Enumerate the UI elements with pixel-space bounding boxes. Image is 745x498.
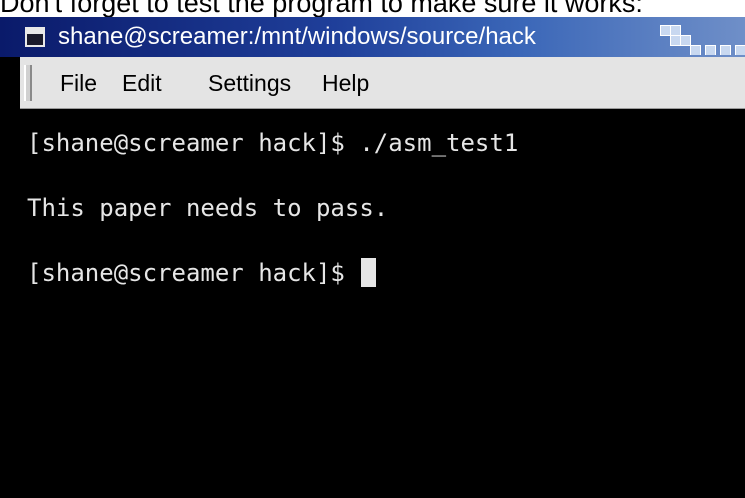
menu-edit[interactable]: Edit [122,57,162,109]
title-bar-decoration-icon [660,25,745,55]
menu-settings[interactable]: Settings [208,57,291,109]
menu-bar: File Edit Settings Help [20,57,745,109]
terminal-line-output: This paper needs to pass. [27,194,389,222]
terminal-line-command: [shane@screamer hack]$ ./asm_test1 [27,129,519,157]
menubar-grip-handle[interactable] [24,65,32,101]
terminal-window: shane@screamer:/mnt/windows/source/hack … [0,17,745,498]
menu-file[interactable]: File [60,57,97,109]
window-left-border [0,57,20,498]
terminal-prompt-text: [shane@screamer hack]$ [27,259,360,287]
menu-help[interactable]: Help [322,57,369,109]
terminal-output[interactable]: [shane@screamer hack]$ ./asm_test1 This … [27,117,745,498]
title-bar[interactable]: shane@screamer:/mnt/windows/source/hack [0,17,745,57]
text-cursor [361,258,377,287]
window-title: shane@screamer:/mnt/windows/source/hack [58,23,536,50]
terminal-line-prompt: [shane@screamer hack]$ [27,257,377,289]
terminal-window-icon[interactable] [25,27,45,47]
